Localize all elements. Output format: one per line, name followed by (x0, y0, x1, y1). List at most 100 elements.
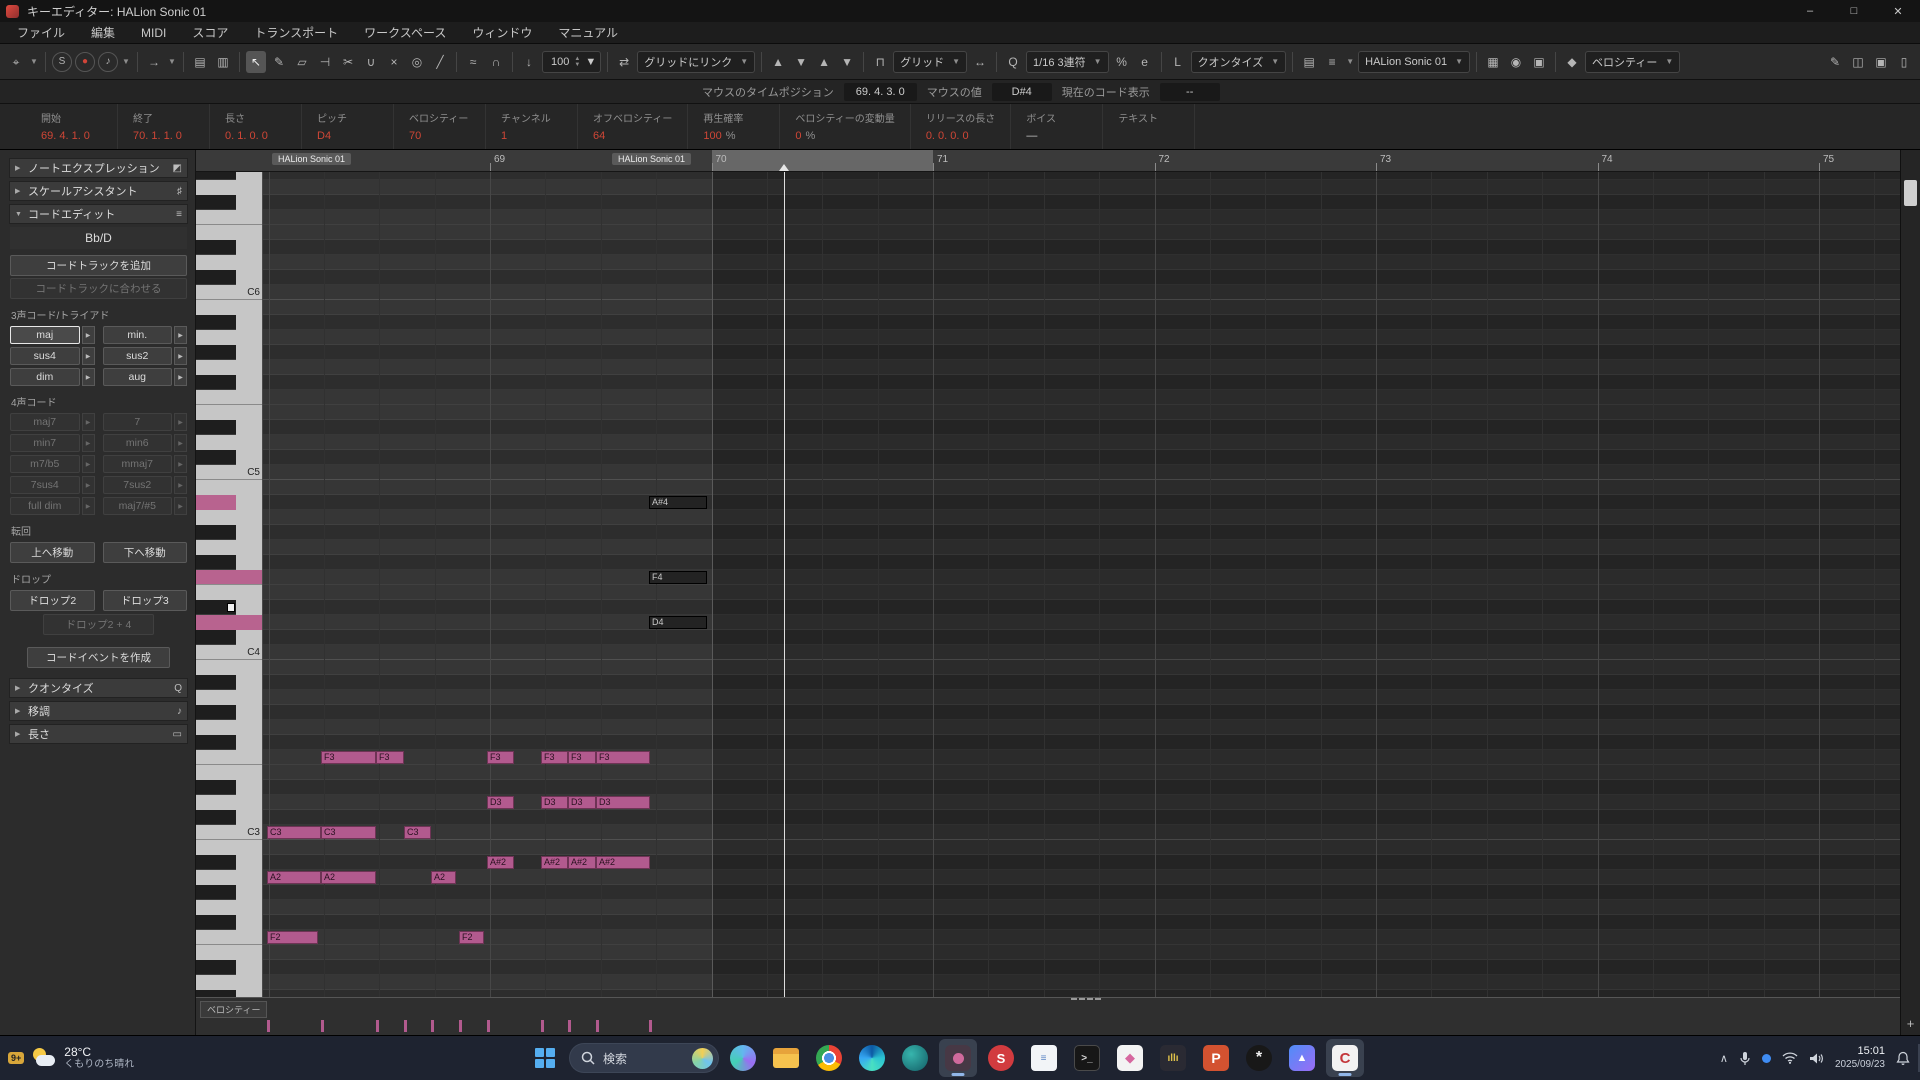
triad-arrow-icon[interactable]: ▶ (82, 368, 95, 386)
minimize-button[interactable]: – (1788, 0, 1832, 22)
setup-caret[interactable]: ▼ (29, 57, 39, 66)
velocity-bar[interactable] (404, 1020, 407, 1032)
piano-key-A#3[interactable] (196, 675, 263, 690)
left-zone-toggle-icon[interactable]: ◫ (1848, 51, 1868, 73)
midi-note-F3[interactable]: F3 (541, 751, 568, 764)
project-cursor[interactable] (784, 172, 785, 997)
piano-key-C#2[interactable] (196, 990, 263, 997)
piano-key-E2[interactable] (196, 945, 263, 960)
velocity-bar[interactable] (596, 1020, 599, 1032)
piano-key-F#5[interactable] (196, 375, 263, 390)
part-caret[interactable]: ▼ (1345, 57, 1355, 66)
split-tool-button[interactable]: ✂ (338, 51, 358, 73)
autoscroll-button[interactable]: → (144, 51, 164, 73)
tetrad-arrow-icon[interactable]: ▶ (82, 497, 95, 515)
weather-widget[interactable]: 9+ 28°C くもりのち晴れ (8, 1036, 134, 1080)
info-field-velocity-variance[interactable]: ベロシティーの変動量0% (780, 104, 910, 149)
triad-arrow-icon[interactable]: ▶ (174, 326, 187, 344)
iterative-quantize-icon[interactable]: % (1112, 51, 1132, 73)
midi-note-D3[interactable]: D3 (487, 796, 514, 809)
piano-key-F6[interactable] (196, 210, 263, 225)
piano-key-C3[interactable]: C3 (196, 825, 263, 840)
midi-note-F3[interactable]: F3 (321, 751, 376, 764)
piano-key-D#3[interactable] (196, 780, 263, 795)
piano-key-A2[interactable] (196, 870, 263, 885)
volume-icon[interactable] (1809, 1052, 1824, 1065)
triad-sus4[interactable]: sus4 (10, 347, 80, 365)
piano-key-D#5[interactable] (196, 420, 263, 435)
midi-note-A#2[interactable]: A#2 (541, 856, 568, 869)
playhead-handle[interactable] (779, 164, 789, 171)
midi-note-F3[interactable]: F3 (568, 751, 596, 764)
piano-key-G2[interactable] (196, 900, 263, 915)
piano-key-D6[interactable] (196, 255, 263, 270)
info-field-release-length[interactable]: リリースの長さ0. 0. 0. 0 (911, 104, 1012, 149)
piano-key-E6[interactable] (196, 225, 263, 240)
menu-manual[interactable]: マニュアル (545, 22, 631, 43)
info-field-pitch[interactable]: ピッチD4 (302, 104, 394, 149)
piano-key-C#5[interactable] (196, 450, 263, 465)
acoustic-feedback-button[interactable]: ♪ (98, 52, 118, 72)
piano-key-G4[interactable] (196, 540, 263, 555)
tetrad-arrow-icon[interactable]: ▶ (174, 434, 187, 452)
piano-key-F#2[interactable] (196, 915, 263, 930)
taskbar-app-camera-app[interactable] (939, 1039, 977, 1077)
midi-note-A2[interactable]: A2 (431, 871, 456, 884)
piano-key-F5[interactable] (196, 390, 263, 405)
taskbar-app-audio-app[interactable]: ıllı (1154, 1039, 1192, 1077)
piano-key-A#5[interactable] (196, 315, 263, 330)
record-button[interactable]: ● (75, 52, 95, 72)
grid-link-select[interactable]: グリッドにリンク▼ (637, 51, 755, 73)
midi-note-F3[interactable]: F3 (487, 751, 514, 764)
match-chord-track-button[interactable]: コードトラックに合わせる (10, 278, 187, 299)
piano-key-B4[interactable] (196, 480, 263, 495)
tetrad-7sus4[interactable]: 7sus4 (10, 476, 80, 494)
move-up-button[interactable]: 上へ移動 (10, 542, 95, 563)
midi-note-A2[interactable]: A2 (267, 871, 321, 884)
piano-key-F4[interactable] (196, 570, 263, 585)
notification-bell-icon[interactable] (1896, 1051, 1910, 1066)
piano-key-G#6[interactable] (196, 172, 263, 180)
part-list-icon[interactable]: ▤ (1299, 51, 1319, 73)
midi-note-C3[interactable]: C3 (321, 826, 376, 839)
piano-key-G5[interactable] (196, 360, 263, 375)
add-chord-track-button[interactable]: コードトラックを追加 (10, 255, 187, 276)
grid-overlay-icon[interactable]: ▦ (1483, 51, 1503, 73)
menu-window[interactable]: ウィンドウ (459, 22, 545, 43)
triad-sus2[interactable]: sus2 (103, 347, 173, 365)
tetrad-maj75[interactable]: maj7/#5 (103, 497, 173, 515)
inspector-section-5[interactable]: ▶長さ▭ (9, 724, 188, 744)
midi-note-F2[interactable]: F2 (459, 931, 484, 944)
length-quantize-icon[interactable]: L (1168, 51, 1188, 73)
tetrad-min7[interactable]: min7 (10, 434, 80, 452)
insert-velocity-value[interactable]: 100▲▼▼ (542, 51, 601, 73)
piano-key-A#2[interactable] (196, 855, 263, 870)
event-color-select[interactable]: ベロシティー▼ (1585, 51, 1680, 73)
info-field-off-velocity[interactable]: オフベロシティー64 (578, 104, 688, 149)
tetrad-7[interactable]: 7 (103, 413, 173, 431)
drop3-button[interactable]: ドロップ3 (103, 590, 188, 611)
piano-key-C#6[interactable] (196, 270, 263, 285)
piano-key-C4[interactable]: C4 (196, 645, 263, 660)
midi-note-D3[interactable]: D3 (596, 796, 650, 809)
taskbar-app-file-explorer[interactable] (767, 1039, 805, 1077)
piano-key-E5[interactable] (196, 405, 263, 420)
wifi-icon[interactable] (1782, 1052, 1798, 1064)
triad-arrow-icon[interactable]: ▶ (82, 347, 95, 365)
trim-tool-button[interactable]: ⊣ (315, 51, 335, 73)
piano-key-C6[interactable]: C6 (196, 285, 263, 300)
menu-scores[interactable]: スコア (179, 22, 241, 43)
part-name-label-1[interactable]: HALion Sonic 01 (612, 153, 691, 165)
create-chord-event-button[interactable]: コードイベントを作成 (27, 647, 170, 668)
timeline-ruler[interactable]: 69707172737475HALion Sonic 01HALion Soni… (196, 150, 1900, 172)
velocity-bar[interactable] (267, 1020, 270, 1032)
menu-workspaces[interactable]: ワークスペース (351, 22, 459, 43)
piano-key-G6[interactable] (196, 180, 263, 195)
midi-note-A#4[interactable]: A#4 (649, 496, 707, 509)
triad-aug[interactable]: aug (103, 368, 173, 386)
piano-key-A4[interactable] (196, 510, 263, 525)
piano-key-F3[interactable] (196, 750, 263, 765)
inspector-section-0[interactable]: ▶ノートエクスプレッション◩ (9, 158, 188, 178)
inspector-section-2[interactable]: ▼コードエディット≡ (9, 204, 188, 224)
menu-edit[interactable]: 編集 (78, 22, 128, 43)
